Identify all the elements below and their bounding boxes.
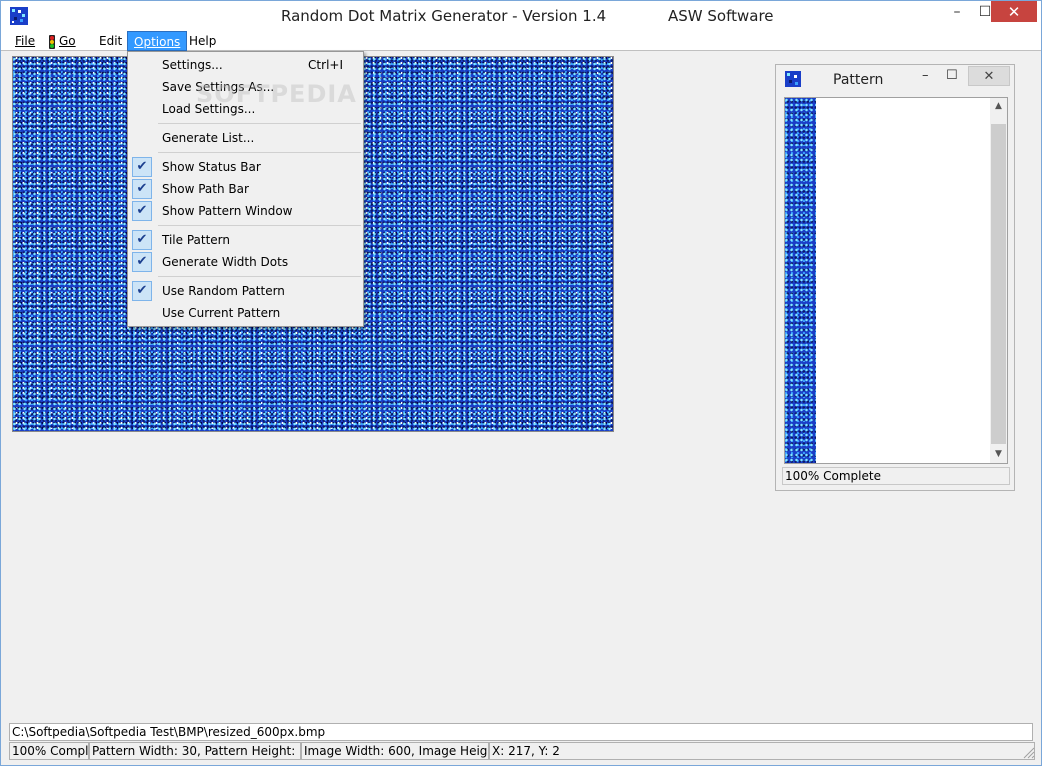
menu-item-show-path-bar[interactable]: ✔ Show Path Bar <box>130 178 361 200</box>
checkmark-icon: ✔ <box>132 281 152 301</box>
checkmark-icon: ✔ <box>132 252 152 272</box>
menu-go-label: Go <box>59 34 76 48</box>
menu-item-show-status-bar-label: Show Status Bar <box>162 160 261 174</box>
menu-item-show-path-bar-label: Show Path Bar <box>162 182 249 196</box>
minimize-button[interactable]: – <box>943 1 971 22</box>
menu-item-generate-width-dots-label: Generate Width Dots <box>162 255 289 269</box>
resize-grip-icon[interactable] <box>1021 745 1035 759</box>
menu-help[interactable]: Help <box>183 31 222 51</box>
menu-item-show-status-bar[interactable]: ✔ Show Status Bar <box>130 156 361 178</box>
scroll-thumb[interactable] <box>991 124 1006 444</box>
status-pattern-size: Pattern Width: 30, Pattern Height: 375 <box>89 742 301 760</box>
menu-options-label: Options <box>134 35 181 49</box>
status-image-size: Image Width: 600, Image Height: 375 <box>301 742 489 760</box>
menu-item-show-pattern-window-label: Show Pattern Window <box>162 204 293 218</box>
window-title: Random Dot Matrix Generator - Version 1.… <box>281 7 607 25</box>
menu-options[interactable]: Options <box>127 31 188 51</box>
checkmark-icon: ✔ <box>132 157 152 177</box>
checkmark-icon: ✔ <box>132 201 152 221</box>
close-button[interactable]: ✕ <box>991 1 1037 22</box>
status-bar: 100% Complete Pattern Width: 30, Pattern… <box>9 742 1035 760</box>
app-icon[interactable] <box>10 7 28 25</box>
pattern-window-title: Pattern <box>833 72 884 88</box>
menu-bar: File Go Edit Options Help <box>1 31 1041 51</box>
pattern-close-button[interactable]: ✕ <box>968 66 1010 86</box>
menu-item-use-current-pattern[interactable]: Use Current Pattern <box>130 302 361 324</box>
title-bar[interactable]: Random Dot Matrix Generator - Version 1.… <box>1 1 1041 31</box>
menu-file[interactable]: File <box>9 31 41 51</box>
menu-item-settings[interactable]: Settings... Ctrl+I <box>130 54 361 76</box>
menu-separator <box>158 123 361 124</box>
menu-file-label: File <box>15 34 36 48</box>
menu-item-use-random-pattern[interactable]: ✔ Use Random Pattern <box>130 280 361 302</box>
menu-item-generate-list-label: Generate List... <box>162 131 255 145</box>
menu-item-generate-width-dots[interactable]: ✔ Generate Width Dots <box>130 251 361 273</box>
menu-edit[interactable]: Edit <box>93 31 128 51</box>
menu-separator <box>158 276 361 277</box>
menu-item-show-pattern-window[interactable]: ✔ Show Pattern Window <box>130 200 361 222</box>
pattern-status: 100% Complete <box>782 467 1010 485</box>
pattern-view: ▲ ▼ <box>784 97 1008 464</box>
path-bar: C:\Softpedia\Softpedia Test\BMP\resized_… <box>9 723 1033 741</box>
pattern-maximize-button[interactable]: ☐ <box>946 68 958 83</box>
pattern-strip-image <box>785 98 816 463</box>
menu-item-settings-label: Settings... <box>162 58 223 72</box>
menu-item-use-random-pattern-label: Use Random Pattern <box>162 284 285 298</box>
scroll-down-icon[interactable]: ▼ <box>990 446 1007 463</box>
menu-item-tile-pattern-label: Tile Pattern <box>162 233 230 247</box>
menu-item-settings-shortcut: Ctrl+I <box>308 58 343 72</box>
pattern-window[interactable]: Pattern – ☐ ✕ ▲ ▼ 100% Complete <box>775 64 1015 491</box>
pattern-minimize-button[interactable]: – <box>922 68 929 83</box>
checkmark-icon: ✔ <box>132 179 152 199</box>
status-coords: X: 217, Y: 2 <box>489 742 1035 760</box>
status-progress: 100% Complete <box>9 742 89 760</box>
pattern-scrollbar[interactable]: ▲ ▼ <box>990 98 1007 463</box>
pattern-window-icon <box>785 71 801 87</box>
menu-separator <box>158 152 361 153</box>
app-window: Random Dot Matrix Generator - Version 1.… <box>0 0 1042 766</box>
window-company: ASW Software <box>668 7 774 25</box>
menu-go[interactable]: Go <box>43 31 82 51</box>
menu-help-label: Help <box>189 34 217 48</box>
scroll-up-icon[interactable]: ▲ <box>990 98 1007 115</box>
menu-item-tile-pattern[interactable]: ✔ Tile Pattern <box>130 229 361 251</box>
traffic-light-icon <box>49 34 55 49</box>
menu-item-generate-list[interactable]: Generate List... <box>130 127 361 149</box>
softpedia-watermark: SOFTPEDIA <box>196 80 357 108</box>
menu-item-use-current-pattern-label: Use Current Pattern <box>162 306 281 320</box>
menu-separator <box>158 225 361 226</box>
menu-edit-label: Edit <box>99 34 123 48</box>
checkmark-icon: ✔ <box>132 230 152 250</box>
